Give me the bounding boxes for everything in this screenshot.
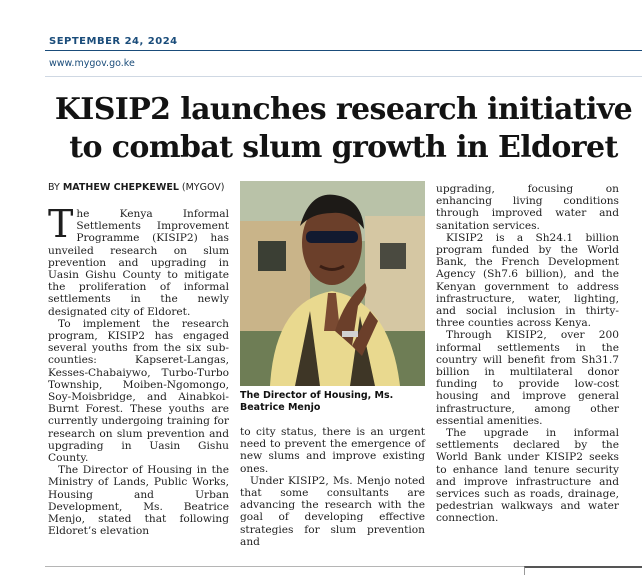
article-column-3: upgrading, focusing on enhancing living … — [436, 183, 619, 525]
paragraph: to city status, there is an urgent need … — [240, 426, 425, 475]
paragraph: Under KISIP2, Ms. Menjo noted that some … — [240, 474, 425, 548]
headline-line-1: KISIP2 launches research initiative — [54, 92, 633, 127]
article-column-2: to city status, there is an urgent need … — [240, 426, 425, 548]
headline: KISIP2 launches research initiative to c… — [45, 91, 642, 167]
headline-line-2: to combat slum growth in Eldoret — [69, 130, 618, 165]
paragraph: The upgrade in informal settlements decl… — [436, 427, 619, 525]
paragraph: The Director of Housing in the Ministry … — [48, 464, 229, 538]
byline-source: (MYGOV) — [181, 182, 225, 193]
byline: BY MATHEW CHEPKEWEL (MYGOV) — [48, 182, 225, 193]
byline-author: MATHEW CHEPKEWEL — [62, 182, 179, 193]
paragraph: The Kenya Informal Settlements Improveme… — [48, 202, 229, 318]
paragraph: upgrading, focusing on enhancing living … — [436, 183, 619, 232]
photo-caption: The Director of Housing, Ms. Beatrice Me… — [240, 390, 394, 413]
portrait-illustration — [240, 181, 425, 386]
drop-cap: T — [48, 202, 74, 246]
url-rule — [45, 76, 642, 77]
byline-prefix: BY — [48, 182, 60, 193]
site-url[interactable]: www.mygov.go.ke — [49, 58, 135, 69]
article-photo — [240, 181, 425, 386]
next-article-box — [524, 566, 642, 575]
paragraph: KISIP2 is a Sh24.1 billion program funde… — [436, 231, 619, 330]
paragraph: Through KISIP2, over 200 informal settle… — [436, 329, 619, 427]
issue-date: SEPTEMBER 24, 2024 — [49, 36, 178, 47]
article-column-1: The Kenya Informal Settlements Improveme… — [48, 202, 229, 538]
paragraph: To implement the research program, KISIP… — [48, 317, 229, 465]
header-rule — [45, 50, 642, 51]
